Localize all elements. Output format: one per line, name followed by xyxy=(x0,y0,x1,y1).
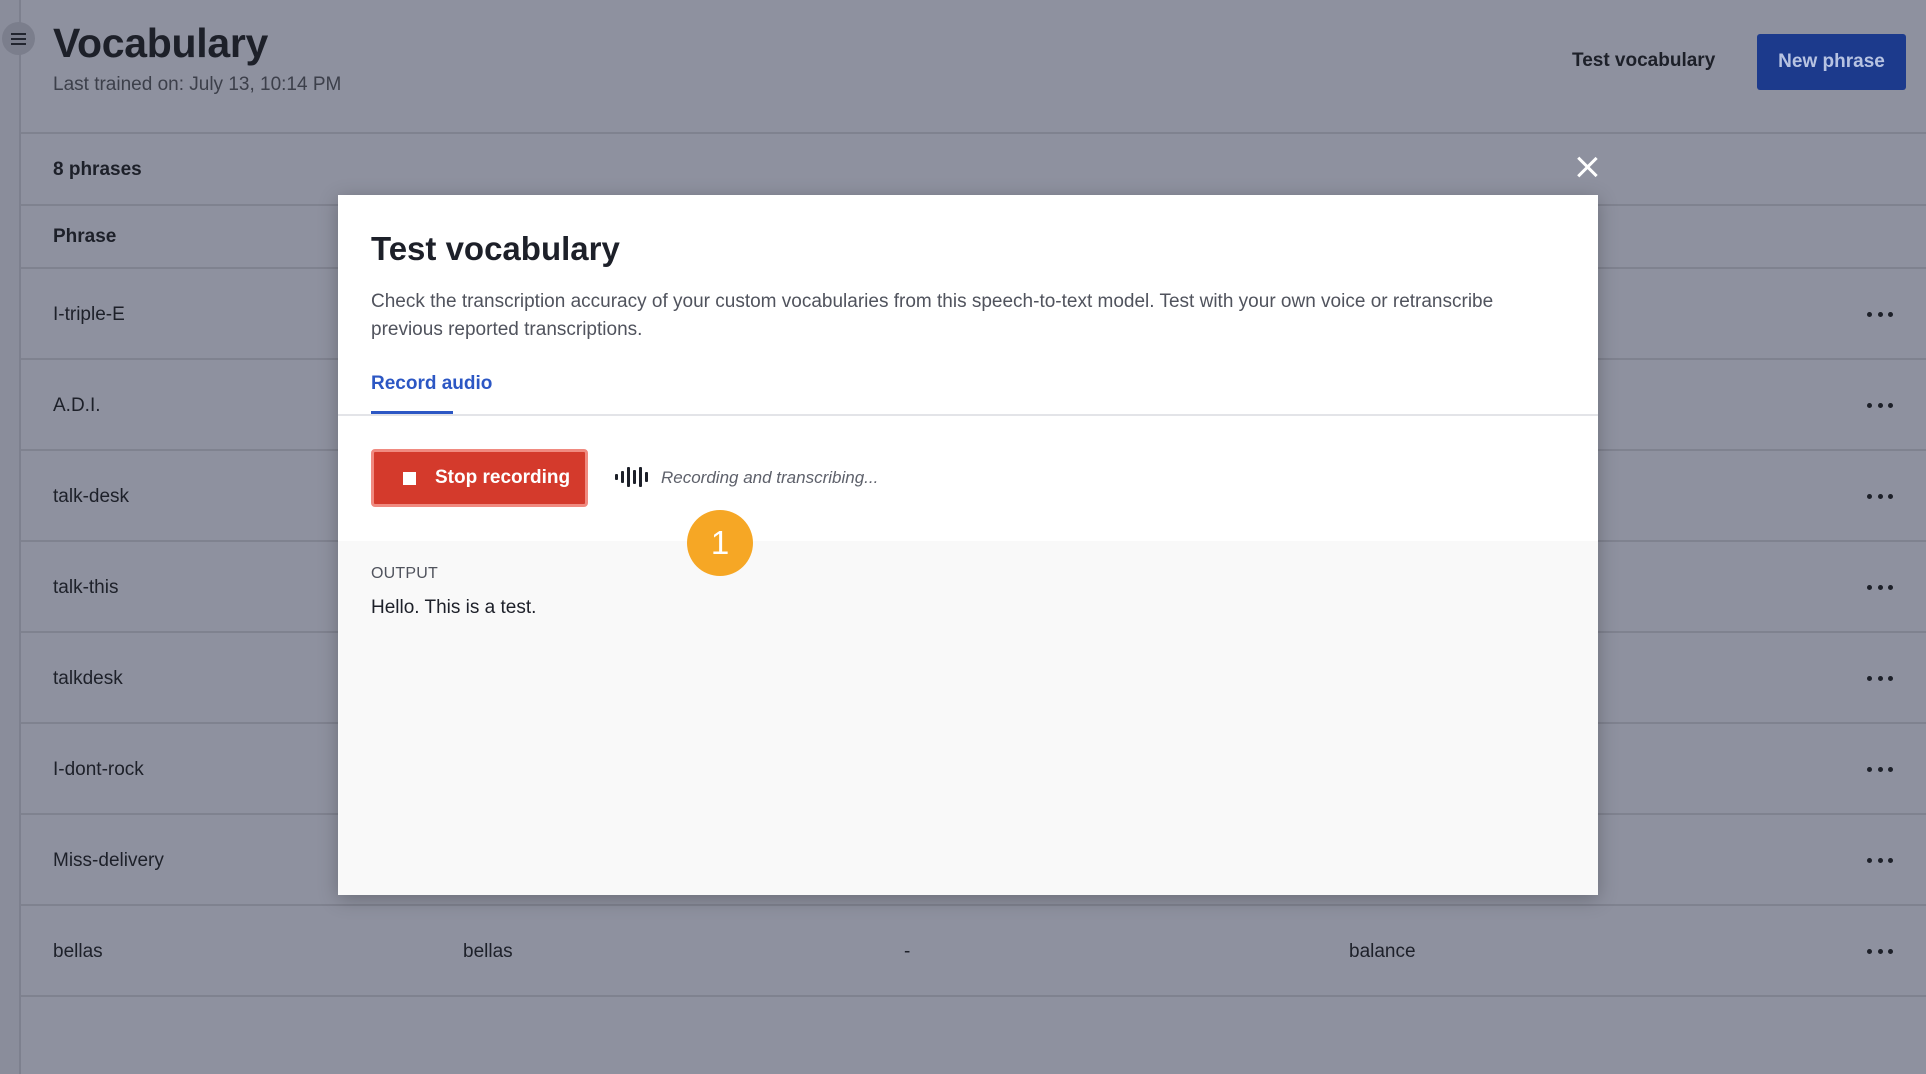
more-dot xyxy=(1877,402,1883,408)
phrase-cell: I-triple-E xyxy=(53,303,125,325)
phrase-cell: Miss-delivery xyxy=(53,849,164,871)
phrase-cell-4: balance xyxy=(1349,940,1416,962)
menu-button[interactable] xyxy=(2,22,35,55)
more-horizontal-icon xyxy=(1867,675,1872,681)
more-horizontal-icon xyxy=(1867,584,1872,590)
more-options-button[interactable] xyxy=(1867,757,1893,781)
more-dot xyxy=(1888,402,1893,408)
more-options-button[interactable] xyxy=(1867,575,1893,599)
more-dot xyxy=(1888,584,1893,590)
dialog-title: Test vocabulary xyxy=(371,230,620,267)
more-dot xyxy=(1888,766,1893,772)
left-rail xyxy=(0,0,21,1074)
phrase-column-header: Phrase xyxy=(53,226,117,247)
phrase-cell: talk-desk xyxy=(53,485,130,507)
wave-bar xyxy=(645,472,648,482)
more-dot xyxy=(1888,675,1893,681)
phrase-cell: I-dont-rock xyxy=(53,758,144,780)
phrase-count: 8 phrases xyxy=(53,159,142,180)
more-horizontal-icon xyxy=(1867,857,1872,863)
stop-recording-button[interactable]: Stop recording xyxy=(371,449,588,507)
last-trained-text: Last trained on: July 13, 10:14 PM xyxy=(53,74,342,95)
more-options-button[interactable] xyxy=(1867,666,1893,690)
more-horizontal-icon xyxy=(1867,402,1872,408)
test-vocabulary-dialog: Test vocabulary Check the transcription … xyxy=(338,195,1598,895)
more-dot xyxy=(1877,948,1883,954)
more-dot xyxy=(1877,766,1883,772)
wave-bar xyxy=(615,474,618,480)
hamburger-menu-icon xyxy=(11,37,26,40)
more-dot xyxy=(1877,675,1883,681)
phrase-cell: A.D.I. xyxy=(53,394,101,416)
page-title: Vocabulary xyxy=(53,20,268,66)
more-dot xyxy=(1877,493,1883,499)
more-options-button[interactable] xyxy=(1867,848,1893,872)
more-horizontal-icon xyxy=(1867,493,1872,499)
wave-bar xyxy=(627,467,630,487)
tab-record-audio[interactable]: Record audio xyxy=(371,373,492,395)
output-label: OUTPUT xyxy=(371,565,438,582)
wave-bar xyxy=(633,470,636,484)
more-horizontal-icon xyxy=(1867,311,1872,317)
phrase-cell: talk-this xyxy=(53,576,119,598)
stop-recording-label: Stop recording xyxy=(435,467,571,488)
wave-bar xyxy=(621,471,624,483)
close-icon[interactable] xyxy=(1576,156,1598,178)
step-badge: 1 xyxy=(687,510,753,576)
more-dot xyxy=(1888,493,1893,499)
phrase-cell-3: - xyxy=(904,940,911,962)
more-options-button[interactable] xyxy=(1867,939,1893,963)
table-row: bellas bellas - balance xyxy=(21,906,1926,997)
more-dot xyxy=(1888,311,1893,317)
more-options-button[interactable] xyxy=(1867,302,1893,326)
tab-divider xyxy=(338,414,1598,416)
more-dot xyxy=(1877,311,1883,317)
more-dot xyxy=(1888,948,1893,954)
dialog-description: Check the transcription accuracy of your… xyxy=(371,291,1494,340)
more-dot xyxy=(1877,857,1883,863)
audio-waveform-icon xyxy=(615,467,648,487)
phrase-cell: talkdesk xyxy=(53,667,123,689)
more-dot xyxy=(1877,584,1883,590)
phrase-cell-2: bellas xyxy=(463,940,513,962)
output-panel: OUTPUT Hello. This is a test. xyxy=(338,541,1598,895)
wave-bar xyxy=(639,467,642,487)
output-text: Hello. This is a test. xyxy=(371,597,537,618)
header-divider xyxy=(21,132,1926,134)
test-vocabulary-button[interactable]: Test vocabulary xyxy=(1572,50,1715,72)
more-horizontal-icon xyxy=(1867,766,1872,772)
more-horizontal-icon xyxy=(1867,948,1872,954)
more-options-button[interactable] xyxy=(1867,484,1893,508)
phrase-cell: bellas xyxy=(53,940,103,962)
more-options-button[interactable] xyxy=(1867,393,1893,417)
new-phrase-button[interactable]: New phrase xyxy=(1757,34,1906,90)
stop-icon xyxy=(403,471,416,485)
recording-status: Recording and transcribing... xyxy=(661,468,879,487)
more-dot xyxy=(1888,857,1893,863)
